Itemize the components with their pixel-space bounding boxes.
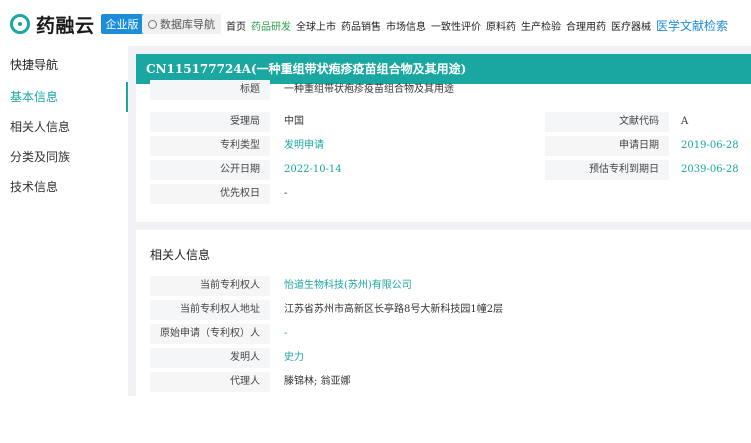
title-value: 一种重组带状疱疹疫苗组合物及其用途 <box>284 84 454 95</box>
database-nav-button[interactable]: 数据库导航 <box>142 14 221 34</box>
doc-code-label: 文献代码 <box>545 112 669 132</box>
brand-logo[interactable]: 药融云 企业版 <box>10 12 144 37</box>
address-label: 当前专利权人地址 <box>150 300 270 320</box>
main-content: CN115177724A(一种重组带状疱疹疫苗组合物及其用途) 标题 一种重组带… <box>128 46 751 396</box>
page-bottom-blank <box>0 396 751 443</box>
priority-value: - <box>284 188 288 199</box>
sidebar-title: 快捷导航 <box>10 58 59 72</box>
related-section-title: 相关人信息 <box>150 248 211 262</box>
inventor-value[interactable]: 史力 <box>274 348 734 368</box>
pub-date-label: 公开日期 <box>150 160 270 180</box>
sidebar-item-classification[interactable]: 分类及同族 <box>0 142 128 172</box>
expiry-value: 2039-06-28 <box>681 164 739 175</box>
holder-label: 当前专利权人 <box>150 276 270 296</box>
menu-item-drug-sales[interactable]: 药品销售 <box>341 18 381 34</box>
menu-item-devices[interactable]: 医疗器械 <box>611 18 651 34</box>
enterprise-badge: 企业版 <box>100 14 144 34</box>
database-nav-label: 数据库导航 <box>160 18 215 31</box>
main-menu: 首页 药品研发 全球上市 药品销售 市场信息 一致性评价 原料药 生产检验 合理… <box>226 18 733 34</box>
title-label: 标题 <box>150 80 270 100</box>
apply-date-label: 申请日期 <box>545 136 669 156</box>
sidebar-item-basic-info[interactable]: 基本信息 <box>0 82 128 112</box>
office-value: 中国 <box>284 116 304 127</box>
doc-code-value: A <box>681 116 689 127</box>
priority-label: 优先权日 <box>150 184 270 204</box>
office-label: 受理局 <box>150 112 270 132</box>
address-value: 江苏省苏州市高新区长亭路8号大新科技园1幢2层 <box>284 304 504 315</box>
logo-icon <box>10 14 30 34</box>
menu-item-global-market[interactable]: 全球上市 <box>296 18 336 34</box>
menu-item-consistency[interactable]: 一致性评价 <box>431 18 481 34</box>
type-value[interactable]: 发明申请 <box>274 136 534 156</box>
inventor-label: 发明人 <box>150 348 270 368</box>
holder-value[interactable]: 怡道生物科技(苏州)有限公司 <box>274 276 734 296</box>
apply-date-value: 2019-06-28 <box>681 140 739 151</box>
top-bar: 药融云 企业版 数据库导航 首页 药品研发 全球上市 药品销售 市场信息 一致性… <box>0 0 751 46</box>
sidebar: 快捷导航 基本信息 相关人信息 分类及同族 技术信息 <box>0 46 128 396</box>
menu-item-drug-rd[interactable]: 药品研发 <box>251 18 291 34</box>
expiry-label: 预估专利到期日 <box>545 160 669 180</box>
menu-item-home[interactable]: 首页 <box>226 18 246 34</box>
type-label: 专利类型 <box>150 136 270 156</box>
orig-applicant-value: - <box>284 328 288 339</box>
compass-icon <box>148 19 157 29</box>
menu-item-api[interactable]: 原料药 <box>486 18 516 34</box>
menu-item-production[interactable]: 生产检验 <box>521 18 561 34</box>
agent-value: 滕锦林; 翁亚娜 <box>284 376 351 387</box>
sidebar-item-tech-info[interactable]: 技术信息 <box>0 172 128 202</box>
logo-text: 药融云 <box>36 14 95 37</box>
menu-item-literature[interactable]: 医学文献检索 <box>656 17 728 34</box>
pub-date-value: 2022-10-14 <box>284 164 342 175</box>
sidebar-item-related-persons[interactable]: 相关人信息 <box>0 112 128 142</box>
menu-item-market-info[interactable]: 市场信息 <box>386 18 426 34</box>
orig-applicant-label: 原始申请（专利权）人 <box>150 324 270 344</box>
menu-item-rational-use[interactable]: 合理用药 <box>566 18 606 34</box>
agent-label: 代理人 <box>150 372 270 392</box>
